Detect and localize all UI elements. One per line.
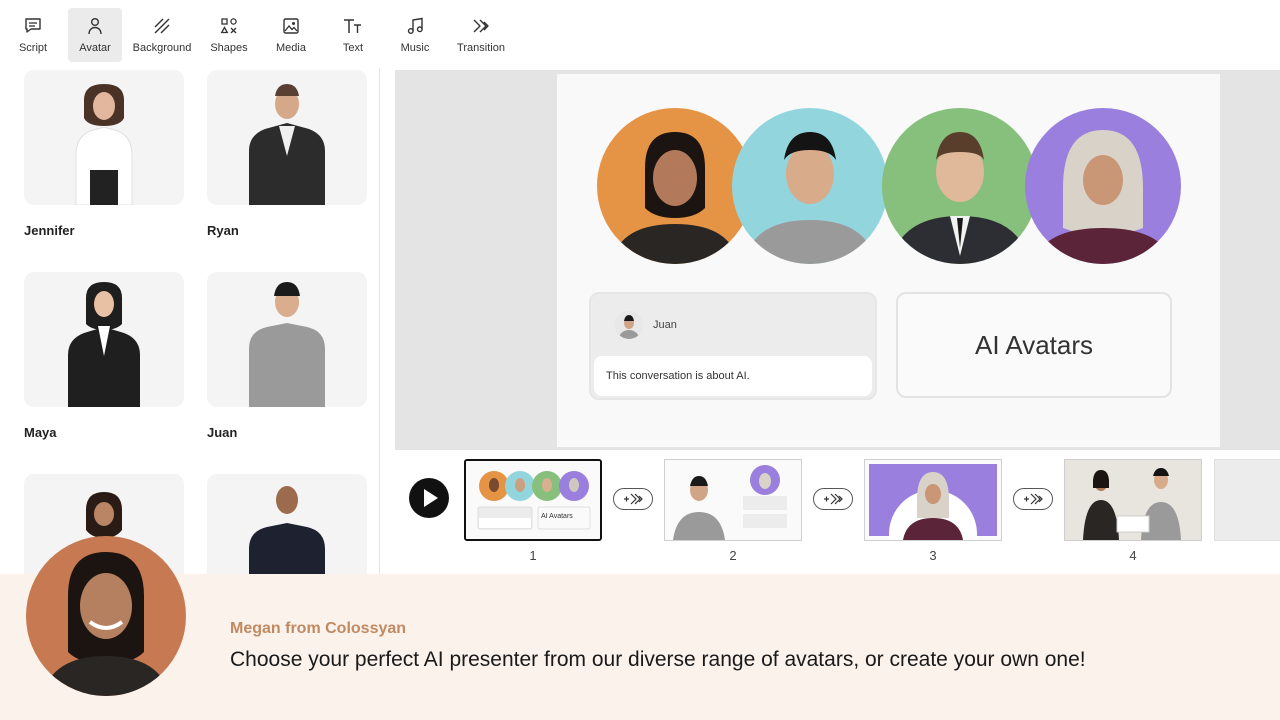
- tool-background[interactable]: Background: [130, 8, 194, 62]
- tool-music[interactable]: Music: [388, 8, 442, 62]
- frame-number: 4: [1123, 548, 1143, 563]
- play-icon: [409, 478, 449, 518]
- frame-number: 2: [723, 548, 743, 563]
- frame-title: AI Avatars: [541, 513, 573, 520]
- avatar-name: Jennifer: [24, 223, 184, 238]
- text-icon: [343, 16, 363, 36]
- frame-number: 3: [923, 548, 943, 563]
- transition-button[interactable]: [613, 488, 653, 510]
- tool-label: Avatar: [79, 42, 111, 54]
- slide-canvas: Juan This conversation is about AI. AI A…: [395, 70, 1280, 450]
- transition-icon: [622, 493, 644, 505]
- presenter-name: Megan from Colossyan: [230, 620, 406, 638]
- avatar-card-jennifer[interactable]: Jennifer: [24, 70, 184, 238]
- avatar-thumbnail: [207, 272, 367, 407]
- tool-label: Music: [401, 42, 430, 54]
- avatar-icon: [85, 16, 105, 36]
- tool-label: Media: [276, 42, 306, 54]
- transition-button[interactable]: [813, 488, 853, 510]
- script-icon: [23, 16, 43, 36]
- tool-label: Shapes: [210, 42, 247, 54]
- timeline-frame-1[interactable]: [464, 459, 602, 541]
- chat-box: Juan This conversation is about AI.: [589, 292, 877, 400]
- tool-transition[interactable]: Transition: [450, 8, 512, 62]
- avatar-card-juan[interactable]: Juan: [207, 272, 367, 440]
- frame-number: 1: [523, 548, 543, 563]
- media-icon: [281, 16, 301, 36]
- avatar-name: Maya: [24, 425, 184, 440]
- avatar-card-ryan[interactable]: Ryan: [207, 70, 367, 238]
- tool-shapes[interactable]: Shapes: [202, 8, 256, 62]
- shapes-icon: [219, 16, 239, 36]
- avatar-thumbnail: [24, 272, 184, 407]
- tool-text[interactable]: Text: [326, 8, 380, 62]
- transition-button[interactable]: [1013, 488, 1053, 510]
- timeline-frame-2[interactable]: [664, 459, 802, 541]
- tool-label: Transition: [457, 42, 505, 54]
- chat-header: Juan: [591, 294, 875, 356]
- timeline-frame-add[interactable]: [1214, 459, 1280, 541]
- tool-label: Script: [19, 42, 47, 54]
- presenter-message: Choose your perfect AI presenter from ou…: [230, 648, 1086, 672]
- avatar-circle-green: [882, 108, 1038, 264]
- chat-message: This conversation is about AI.: [594, 356, 872, 396]
- tool-script[interactable]: Script: [6, 8, 60, 62]
- transition-icon: [471, 16, 491, 36]
- presenter-avatar: [26, 536, 186, 696]
- transition-icon: [1022, 493, 1044, 505]
- tool-avatar[interactable]: Avatar: [68, 8, 122, 62]
- avatar-circle-blue: [732, 108, 888, 264]
- chat-avatar: [615, 311, 643, 339]
- slide-preview[interactable]: Juan This conversation is about AI. AI A…: [557, 74, 1220, 447]
- avatar-card-maya[interactable]: Maya: [24, 272, 184, 440]
- avatar-thumbnail: [207, 70, 367, 205]
- timeline-frame-3[interactable]: [864, 459, 1002, 541]
- music-icon: [405, 16, 425, 36]
- tool-label: Background: [133, 42, 192, 54]
- chat-name: Juan: [653, 319, 677, 331]
- avatar-thumbnail: [24, 70, 184, 205]
- slide-title: AI Avatars: [896, 292, 1172, 398]
- avatar-name: Juan: [207, 425, 367, 440]
- tool-label: Text: [343, 42, 363, 54]
- avatar-name: Ryan: [207, 223, 367, 238]
- background-icon: [152, 16, 172, 36]
- avatar-card[interactable]: [207, 474, 367, 588]
- presenter-banner: [0, 574, 1280, 720]
- avatar-circle-purple: [1025, 108, 1181, 264]
- toolbar: Script Avatar Background Shapes Media Te…: [0, 0, 1280, 68]
- avatar-panel: Jennifer Ryan Maya: [12, 68, 380, 588]
- tool-media[interactable]: Media: [264, 8, 318, 62]
- play-button[interactable]: [409, 478, 449, 518]
- transition-icon: [822, 493, 844, 505]
- avatar-circle-orange: [597, 108, 753, 264]
- timeline-frame-4[interactable]: [1064, 459, 1202, 541]
- avatar-thumbnail: [207, 474, 367, 588]
